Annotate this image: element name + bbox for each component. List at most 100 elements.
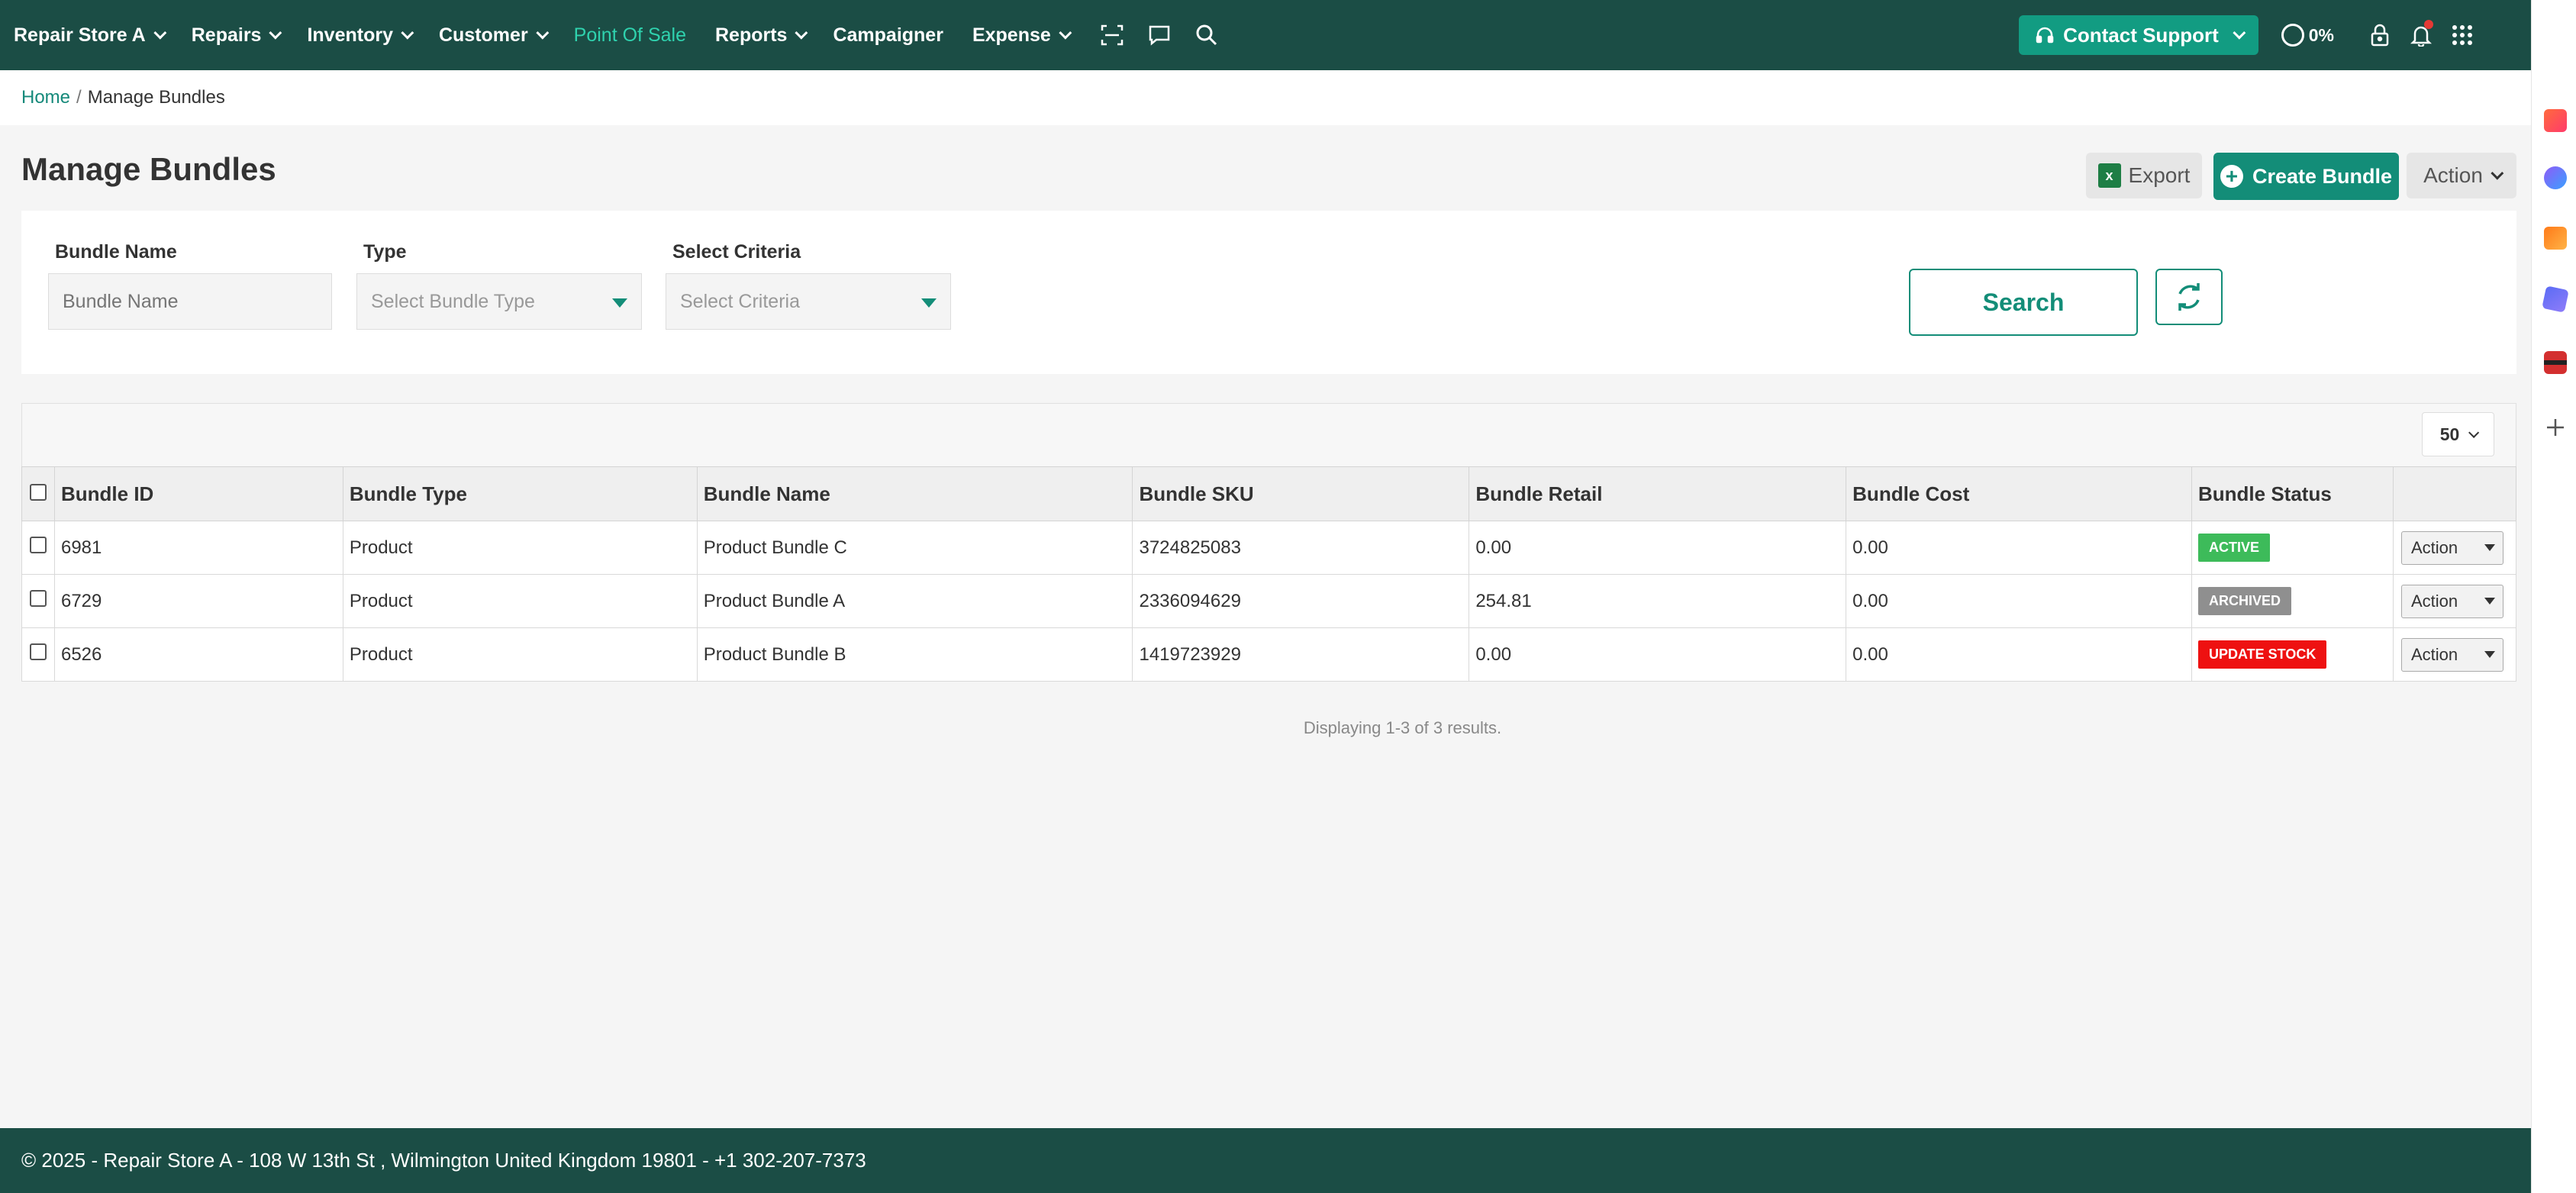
- row-action-button[interactable]: Action: [2400, 530, 2503, 565]
- bundle-id-cell: 6981: [53, 521, 343, 575]
- bundle-name-input[interactable]: [48, 273, 332, 330]
- chat-bubbles-icon[interactable]: [2544, 166, 2567, 189]
- nav-expense[interactable]: Expense: [972, 24, 1072, 47]
- bundle-sku-cell: 1419723929: [1132, 627, 1470, 682]
- bundle-cost-cell: 0.00: [1846, 574, 2192, 628]
- nav-campaigner[interactable]: Campaigner: [833, 24, 943, 47]
- shapes-icon[interactable]: [2544, 227, 2567, 250]
- notification-dot: [2424, 20, 2433, 29]
- caret-down-icon: [2484, 651, 2495, 658]
- row-action-button[interactable]: Action: [2400, 637, 2503, 672]
- status-badge: ARCHIVED: [2198, 587, 2292, 615]
- row-checkbox[interactable]: [30, 643, 47, 660]
- table-row: 6729 Product Product Bundle A 2336094629…: [21, 574, 2517, 628]
- caret-down-icon: [2484, 544, 2495, 551]
- nav-label: Point Of Sale: [573, 24, 686, 46]
- top-navbar: Repair Store A Repairs Inventory Custome…: [0, 0, 2531, 70]
- page-size-select[interactable]: 50: [2422, 412, 2494, 456]
- search-icon[interactable]: [1191, 20, 1222, 50]
- action-dropdown-button[interactable]: Action: [2407, 153, 2516, 198]
- row-action-button[interactable]: Action: [2400, 584, 2503, 618]
- cube-icon[interactable]: [2542, 285, 2569, 313]
- column-header[interactable]: Bundle Retail: [1469, 466, 1847, 521]
- bundle-name-cell: Product Bundle B: [696, 627, 1133, 682]
- caret-down-icon: [2484, 598, 2495, 605]
- bundle-retail-cell: 0.00: [1469, 627, 1847, 682]
- column-header[interactable]: Bundle Name: [696, 466, 1133, 521]
- row-checkbox[interactable]: [30, 590, 47, 607]
- chevron-down-icon: [536, 26, 549, 40]
- lock-icon[interactable]: [2365, 20, 2395, 50]
- column-header[interactable]: Bundle Type: [342, 466, 698, 521]
- apps-grid-icon[interactable]: [2447, 20, 2478, 50]
- bundle-type-select[interactable]: Select Bundle Type: [356, 273, 642, 330]
- bundle-sku-cell: 2336094629: [1132, 574, 1470, 628]
- status-badge: ACTIVE: [2198, 534, 2271, 562]
- bundle-status-cell: ARCHIVED: [2191, 574, 2394, 628]
- row-action-cell: Action: [2392, 627, 2517, 682]
- export-button[interactable]: x Export: [2086, 153, 2202, 198]
- add-icon[interactable]: [2544, 416, 2567, 439]
- row-checkbox[interactable]: [30, 537, 47, 553]
- criteria-select[interactable]: Select Criteria: [666, 273, 951, 330]
- right-side-rail: [2531, 0, 2576, 1193]
- scan-icon[interactable]: [1097, 20, 1127, 50]
- bundle-sku-cell: 3724825083: [1132, 521, 1470, 575]
- column-header[interactable]: Bundle Status: [2191, 466, 2394, 521]
- row-select-cell: [21, 627, 55, 682]
- bundle-type-cell: Product: [342, 574, 698, 628]
- bundle-cost-cell: 0.00: [1846, 521, 2192, 575]
- page-size-value: 50: [2439, 424, 2460, 444]
- chevron-down-icon: [2491, 166, 2504, 180]
- bundle-retail-cell: 0.00: [1469, 521, 1847, 575]
- bundle-type-cell: Product: [342, 521, 698, 575]
- criteria-label: Select Criteria: [672, 241, 801, 263]
- nav-label: Campaigner: [833, 24, 943, 46]
- search-button[interactable]: Search: [1909, 269, 2138, 336]
- refresh-button[interactable]: [2155, 269, 2223, 325]
- nav-label: Customer: [438, 24, 528, 46]
- chevron-down-icon: [2468, 427, 2480, 438]
- chevron-down-icon: [153, 26, 167, 40]
- chevron-down-icon: [795, 26, 808, 40]
- bundle-name-label: Bundle Name: [55, 241, 177, 263]
- gift-icon[interactable]: [2544, 109, 2567, 132]
- select-all-cell: [21, 466, 55, 521]
- nav-point-of-sale[interactable]: Point Of Sale: [574, 24, 686, 47]
- bundle-id-cell: 6729: [53, 574, 343, 628]
- row-select-cell: [21, 574, 55, 628]
- nav-label: Repairs: [191, 24, 262, 46]
- bundle-status-cell: ACTIVE: [2191, 521, 2394, 575]
- contact-support-label: Contact Support: [2063, 23, 2219, 47]
- nav-label: Expense: [972, 24, 1051, 46]
- column-header[interactable]: Bundle ID: [53, 466, 343, 521]
- row-select-cell: [21, 521, 55, 575]
- card-icon[interactable]: [2544, 351, 2567, 374]
- bundle-name-cell: Product Bundle C: [696, 521, 1133, 575]
- nav-reports[interactable]: Reports: [715, 24, 808, 47]
- row-action-label: Action: [2410, 644, 2458, 664]
- type-label: Type: [363, 241, 407, 263]
- bundle-id-cell: 6526: [53, 627, 343, 682]
- footer: © 2025 - Repair Store A - 108 W 13th St …: [0, 1128, 2531, 1193]
- create-bundle-button[interactable]: + Create Bundle: [2213, 153, 2399, 200]
- nav-store-selector[interactable]: Repair Store A: [14, 24, 167, 47]
- nav-customer[interactable]: Customer: [438, 24, 549, 47]
- page-title: Manage Bundles: [21, 151, 276, 187]
- select-all-checkbox[interactable]: [30, 483, 47, 501]
- column-header[interactable]: Bundle SKU: [1132, 466, 1470, 521]
- nav-inventory[interactable]: Inventory: [307, 24, 414, 47]
- contact-support-button[interactable]: Contact Support: [2019, 15, 2258, 55]
- chat-icon[interactable]: [1144, 20, 1175, 50]
- row-action-cell: Action: [2392, 521, 2517, 575]
- bell-icon[interactable]: [2406, 20, 2436, 50]
- column-header[interactable]: Bundle Cost: [1846, 466, 2192, 521]
- progress-percent: 0%: [2308, 24, 2334, 45]
- chevron-down-icon: [2233, 26, 2246, 40]
- results-summary: Displaying 1-3 of 3 results.: [1303, 718, 1502, 737]
- bundle-type-placeholder: Select Bundle Type: [371, 290, 535, 312]
- breadcrumb-home-link[interactable]: Home: [21, 87, 70, 108]
- bundle-type-cell: Product: [342, 627, 698, 682]
- row-action-cell: Action: [2392, 574, 2517, 628]
- nav-repairs[interactable]: Repairs: [191, 24, 282, 47]
